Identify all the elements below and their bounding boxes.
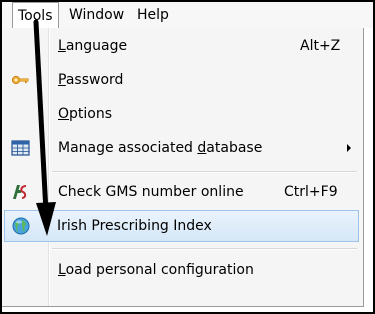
screenshot-frame: Tools Window Help Language Alt+Z Passwor… xyxy=(0,0,375,314)
globe-icon xyxy=(10,216,32,236)
shortcut-text: Ctrl+F9 xyxy=(284,184,338,200)
menu-item-label: Check GMS number online xyxy=(58,184,244,200)
menu-item-label: Load personal configuration xyxy=(58,262,254,278)
menu-item-options[interactable]: Options xyxy=(4,98,359,130)
menu-item-manage-database[interactable]: Manage associated database xyxy=(4,132,359,164)
menu-item-irish-prescribing-index[interactable]: Irish Prescribing Index xyxy=(4,210,359,242)
database-grid-icon xyxy=(10,138,32,158)
menu-window[interactable]: Window xyxy=(64,2,129,28)
menu-item-label: Irish Prescribing Index xyxy=(57,218,212,234)
menu-item-label: Language xyxy=(58,38,128,54)
menu-tools[interactable]: Tools xyxy=(12,2,59,29)
menu-item-load-personal-configuration[interactable]: Load personal configuration xyxy=(4,254,359,286)
key-icon xyxy=(10,70,32,90)
gms-logo-icon xyxy=(10,182,32,202)
tools-dropdown-menu: Language Alt+Z Password Options Manage a… xyxy=(2,28,364,307)
shortcut-text: Alt+Z xyxy=(300,38,341,54)
menu-help[interactable]: Help xyxy=(132,2,174,28)
menu-bar: Tools Window Help xyxy=(2,2,373,29)
menu-item-label: Password xyxy=(58,72,124,88)
menu-item-label: Manage associated database xyxy=(58,140,263,156)
menu-item-label: Options xyxy=(58,106,113,122)
submenu-arrow-icon xyxy=(347,144,351,152)
menu-separator xyxy=(52,171,357,173)
menu-item-language[interactable]: Language Alt+Z xyxy=(4,30,359,62)
menu-separator xyxy=(52,248,357,250)
menu-item-check-gms[interactable]: Check GMS number online Ctrl+F9 xyxy=(4,176,359,208)
menu-item-password[interactable]: Password xyxy=(4,64,359,96)
